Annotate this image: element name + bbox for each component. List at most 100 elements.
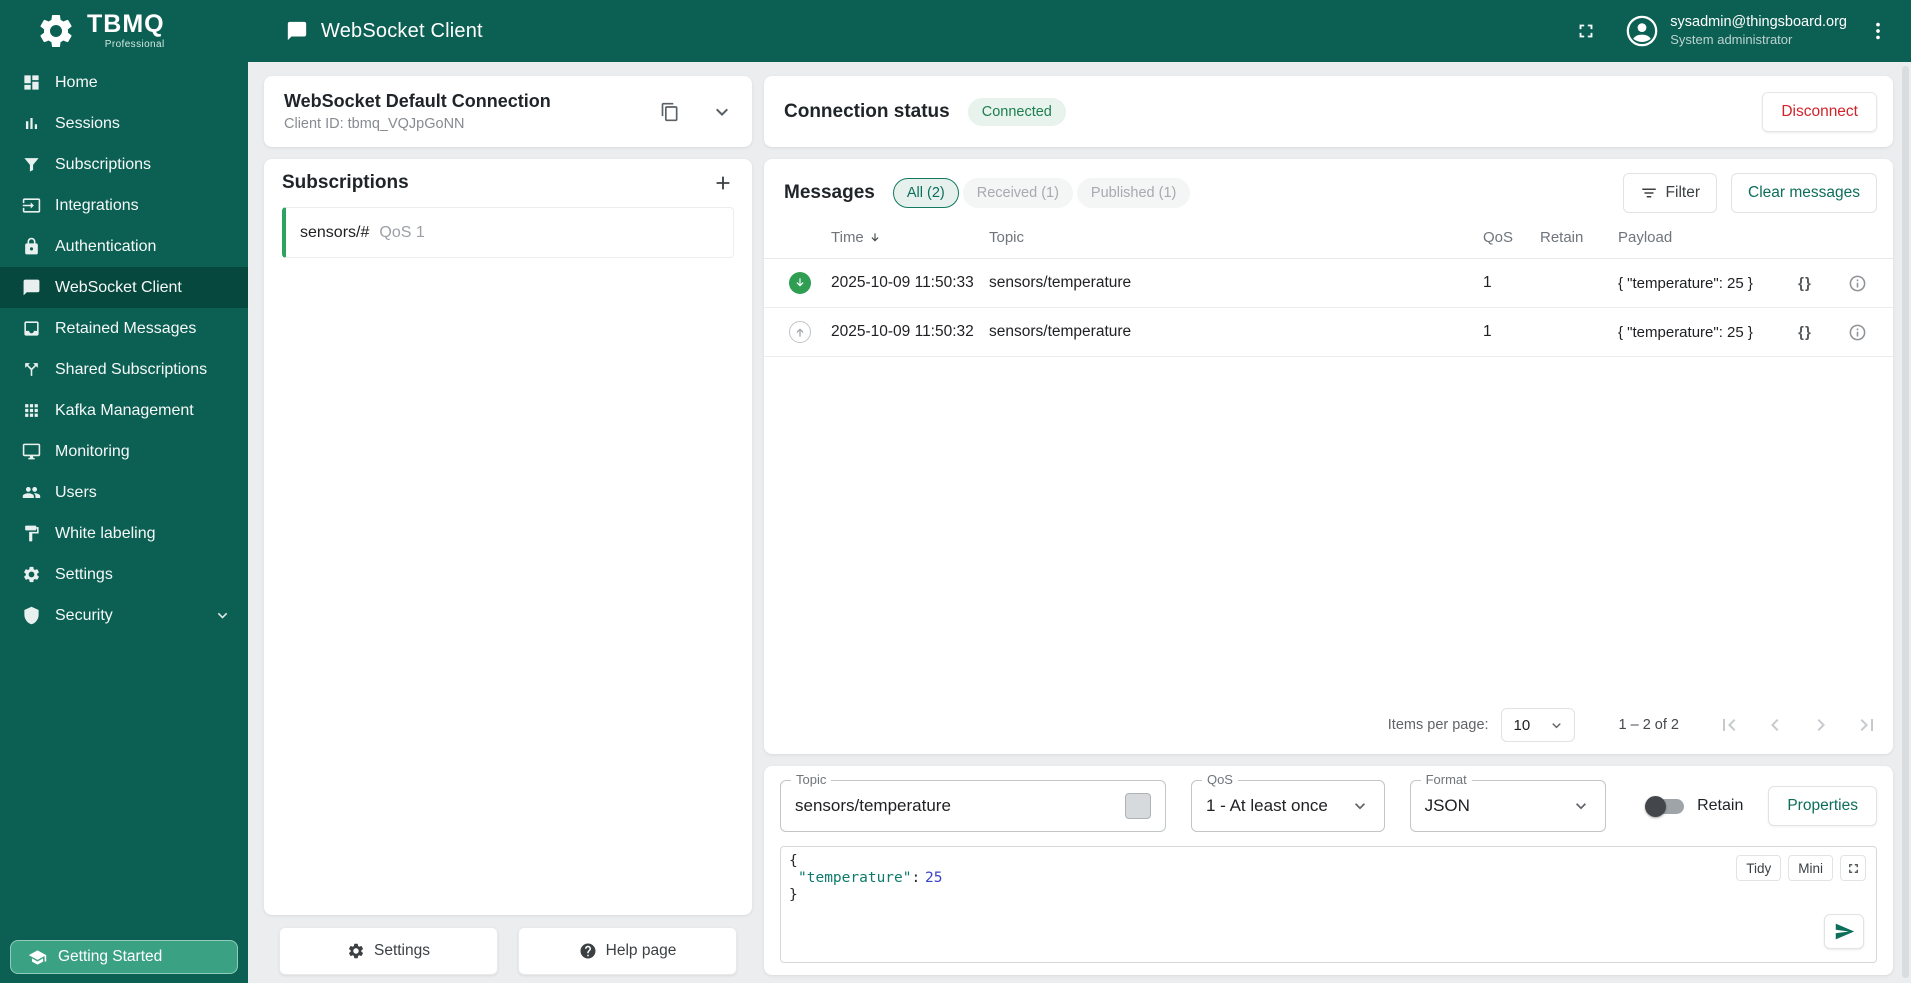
previous-page-button[interactable] bbox=[1763, 713, 1787, 737]
help-button-label: Help page bbox=[605, 942, 677, 959]
received-message-icon bbox=[789, 272, 811, 294]
qos-select[interactable]: QoS 1 - At least once bbox=[1190, 772, 1385, 832]
sidebar-item-settings[interactable]: Settings bbox=[0, 554, 248, 595]
info-icon[interactable] bbox=[1848, 274, 1867, 293]
pagination-nav bbox=[1717, 713, 1879, 737]
editor-controls: Tidy Mini bbox=[1736, 855, 1866, 881]
message-row[interactable]: 2025-10-09 11:50:33 sensors/temperature … bbox=[764, 259, 1893, 308]
user-info[interactable]: sysadmin@thingsboard.org System administ… bbox=[1670, 13, 1847, 49]
filter-chip-published[interactable]: Published (1) bbox=[1076, 178, 1191, 208]
messages-header: Messages All (2) Received (1) Published … bbox=[764, 169, 1893, 217]
next-page-button[interactable] bbox=[1809, 713, 1833, 737]
users-icon bbox=[22, 483, 41, 502]
fullscreen-icon[interactable] bbox=[1575, 20, 1597, 42]
expand-connection-button[interactable] bbox=[710, 100, 734, 124]
first-page-button[interactable] bbox=[1717, 713, 1741, 737]
sidebar-item-users[interactable]: Users bbox=[0, 472, 248, 513]
sidebar-item-retained-messages[interactable]: Retained Messages bbox=[0, 308, 248, 349]
tbmq-logo-icon bbox=[36, 11, 76, 51]
sidebar-item-shared-subscriptions[interactable]: Shared Subscriptions bbox=[0, 349, 248, 390]
info-icon[interactable] bbox=[1848, 323, 1867, 342]
filter-chip-received[interactable]: Received (1) bbox=[962, 178, 1073, 208]
sidebar-item-integrations[interactable]: Integrations bbox=[0, 185, 248, 226]
top-bar-right: sysadmin@thingsboard.org System administ… bbox=[1575, 13, 1889, 49]
subscriptions-card: Subscriptions sensors/# QoS 1 bbox=[264, 159, 752, 915]
editor-fullscreen-button[interactable] bbox=[1840, 855, 1866, 881]
publish-fields: Topic sensors/temperature QoS 1 - At lea… bbox=[780, 772, 1877, 832]
grid-icon bbox=[22, 401, 41, 420]
format-select[interactable]: Format JSON bbox=[1409, 772, 1607, 832]
gear-icon bbox=[347, 942, 365, 960]
column-time[interactable]: Time bbox=[831, 229, 989, 246]
sidebar-item-authentication[interactable]: Authentication bbox=[0, 226, 248, 267]
sidebar-item-label: Subscriptions bbox=[55, 155, 152, 173]
chevron-down-icon bbox=[1548, 717, 1565, 734]
items-per-page-label: Items per page: bbox=[1387, 717, 1489, 733]
settings-button-label: Settings bbox=[373, 942, 430, 959]
editor-line: { bbox=[789, 853, 798, 869]
sort-descending-icon bbox=[868, 231, 882, 245]
view-payload-button[interactable]: {} bbox=[1798, 275, 1812, 292]
settings-button[interactable]: Settings bbox=[279, 927, 498, 975]
mini-button[interactable]: Mini bbox=[1788, 855, 1833, 881]
topic-field[interactable]: Topic sensors/temperature bbox=[780, 772, 1166, 832]
getting-started-button[interactable]: Getting Started bbox=[10, 940, 238, 974]
more-menu-icon[interactable] bbox=[1867, 20, 1889, 42]
sidebar-item-label: Settings bbox=[55, 565, 113, 583]
column-topic: Topic bbox=[989, 229, 1025, 246]
payload-editor[interactable]: { "temperature": 25 } Tidy Mini bbox=[780, 846, 1877, 963]
sidebar-item-white-labeling[interactable]: White labeling bbox=[0, 513, 248, 554]
last-page-button[interactable] bbox=[1855, 713, 1879, 737]
sidebar-item-label: Security bbox=[55, 606, 113, 624]
filter-button[interactable]: Filter bbox=[1622, 173, 1717, 213]
view-payload-button[interactable]: {} bbox=[1798, 324, 1812, 341]
page-size-select[interactable]: 10 bbox=[1500, 708, 1575, 742]
shield-icon bbox=[22, 606, 41, 625]
sidebar-item-security[interactable]: Security bbox=[0, 595, 248, 636]
retain-toggle[interactable] bbox=[1645, 795, 1685, 817]
subscription-item[interactable]: sensors/# QoS 1 bbox=[282, 207, 734, 258]
avatar[interactable] bbox=[1625, 14, 1659, 48]
monitor-icon bbox=[22, 442, 41, 461]
message-time: 2025-10-09 11:50:33 bbox=[831, 274, 974, 291]
qos-select-value: 1 - At least once bbox=[1205, 796, 1328, 815]
subscription-topic: sensors/# bbox=[300, 223, 370, 241]
copy-client-id-button[interactable] bbox=[660, 102, 680, 122]
qos-select-label: QoS bbox=[1201, 772, 1238, 787]
sidebar-item-sessions[interactable]: Sessions bbox=[0, 103, 248, 144]
sidebar-item-label: Kafka Management bbox=[55, 401, 194, 419]
sidebar-item-subscriptions[interactable]: Subscriptions bbox=[0, 144, 248, 185]
publish-message-button[interactable] bbox=[1824, 914, 1864, 949]
messages-actions: Filter Clear messages bbox=[1622, 173, 1877, 213]
message-qos: 1 bbox=[1483, 274, 1492, 291]
editor-lines: { "temperature": 25 } bbox=[781, 847, 1876, 910]
input-icon bbox=[22, 196, 41, 215]
topic-field-label: Topic bbox=[791, 772, 832, 787]
help-page-button[interactable]: Help page bbox=[518, 927, 737, 975]
home-icon bbox=[22, 73, 41, 92]
sidebar-item-monitoring[interactable]: Monitoring bbox=[0, 431, 248, 472]
tidy-button[interactable]: Tidy bbox=[1736, 855, 1782, 881]
publish-panel: Topic sensors/temperature QoS 1 - At lea… bbox=[764, 766, 1893, 975]
retain-label: Retain bbox=[1697, 797, 1744, 814]
message-row[interactable]: 2025-10-09 11:50:32 sensors/temperature … bbox=[764, 308, 1893, 357]
message-time: 2025-10-09 11:50:32 bbox=[831, 323, 974, 340]
properties-button[interactable]: Properties bbox=[1768, 786, 1877, 826]
clear-messages-button[interactable]: Clear messages bbox=[1731, 173, 1877, 213]
column-payload: Payload bbox=[1618, 229, 1673, 246]
connection-status-card: Connection status Connected Disconnect bbox=[764, 76, 1893, 147]
column-time-label: Time bbox=[831, 229, 864, 246]
sidebar-item-kafka-management[interactable]: Kafka Management bbox=[0, 390, 248, 431]
disconnect-button[interactable]: Disconnect bbox=[1762, 91, 1877, 132]
sidebar-item-label: Authentication bbox=[55, 237, 157, 255]
tbmq-logo[interactable]: TBMQ Professional bbox=[0, 0, 248, 62]
add-subscription-button[interactable] bbox=[712, 172, 734, 194]
sidebar-item-websocket-client[interactable]: WebSocket Client bbox=[0, 267, 248, 308]
arrow-up-icon bbox=[793, 325, 807, 339]
sidebar-item-home[interactable]: Home bbox=[0, 62, 248, 103]
filter-chip-all[interactable]: All (2) bbox=[892, 178, 959, 208]
topic-color-swatch[interactable] bbox=[1124, 793, 1151, 819]
message-topic: sensors/temperature bbox=[989, 274, 1132, 291]
vertical-scrollbar[interactable] bbox=[1902, 66, 1909, 978]
arrow-down-icon bbox=[793, 276, 807, 290]
